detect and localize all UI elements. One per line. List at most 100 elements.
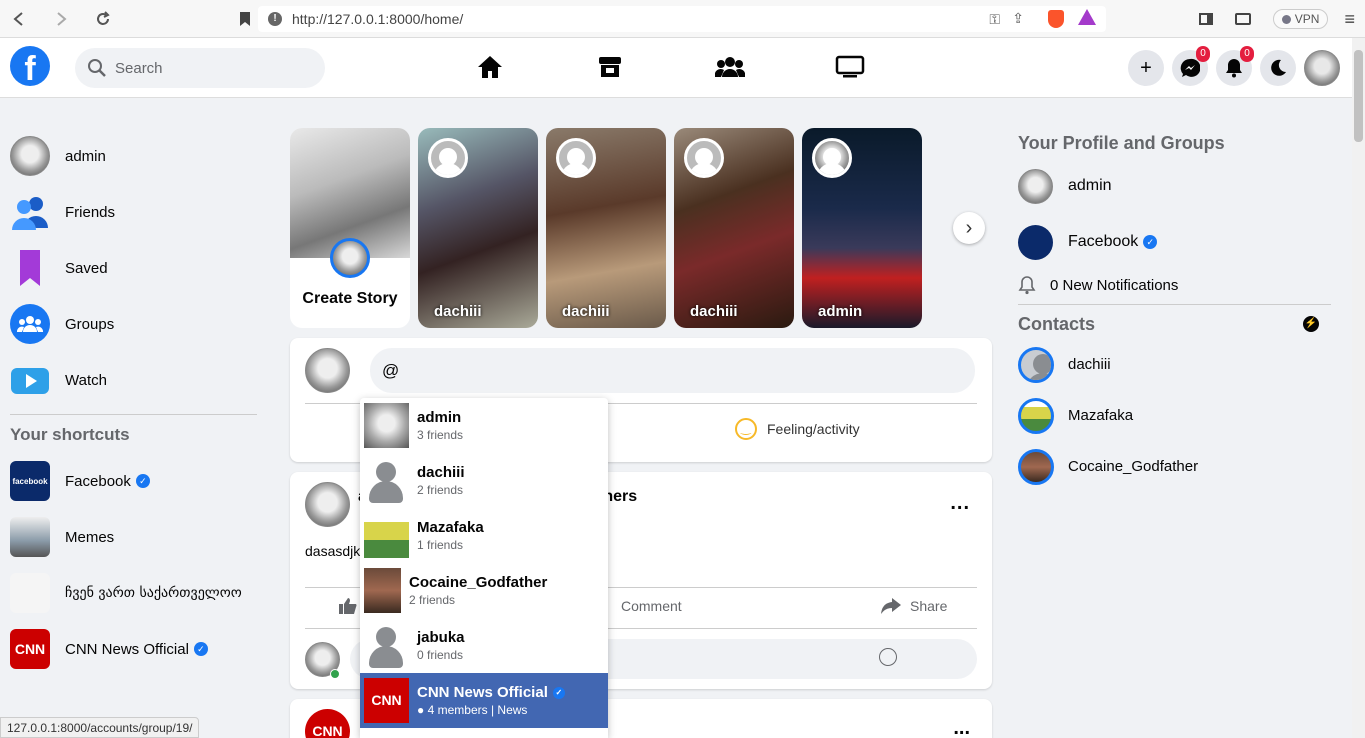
forward-icon[interactable] [50, 8, 72, 30]
avatar [364, 403, 409, 448]
mention-name: jabuka [417, 629, 465, 646]
top-navbar: f + 0 0 [0, 38, 1352, 98]
mention-subtext: 3 friends [417, 428, 464, 442]
sidebar-item-saved[interactable]: Saved [0, 240, 270, 296]
site-info-icon[interactable]: ! [268, 12, 282, 26]
mention-name: dachiii [417, 464, 465, 481]
facebook-logo[interactable]: f [10, 46, 50, 86]
plus-icon: + [1140, 56, 1152, 79]
back-icon[interactable] [8, 8, 30, 30]
messenger-button[interactable]: 0 [1172, 46, 1210, 86]
mention-option[interactable]: dachiii 2 friends [360, 453, 608, 508]
verified-icon: ✓ [135, 474, 150, 488]
story-avatar [684, 138, 724, 178]
mention-option[interactable]: admin 3 friends [360, 398, 608, 453]
emoji-icon[interactable] [879, 648, 897, 666]
comment-button[interactable]: Comment [621, 598, 682, 614]
mention-name: Mazafaka [417, 519, 484, 536]
scroll-thumb[interactable] [1354, 50, 1363, 142]
sidebar-toggle-icon[interactable] [1198, 13, 1213, 25]
sidebar-item-friends[interactable]: Friends [0, 184, 270, 240]
vpn-button[interactable]: VPN [1272, 9, 1329, 29]
composer-input[interactable]: @ [370, 348, 975, 393]
profile-link-admin[interactable]: admin [1018, 158, 1333, 214]
moon-icon [1271, 59, 1286, 76]
groups-icon[interactable] [710, 50, 750, 84]
share-page-icon[interactable]: ⇪ [1012, 10, 1024, 27]
shortcut-label: Memes [65, 528, 115, 546]
rewards-triangle-icon[interactable] [1078, 9, 1096, 25]
mention-option[interactable]: Cocaine_Godfather 2 friends [360, 563, 608, 618]
contact-name: Cocaine_Godfather [1068, 458, 1199, 475]
profile-avatar[interactable] [1304, 50, 1340, 86]
contact-item[interactable]: Mazafaka [1018, 390, 1333, 441]
url-text: http://127.0.0.1:8000/home/ [292, 11, 464, 27]
search-input[interactable] [115, 59, 315, 77]
mention-option-active[interactable]: CNN CNN News Official ✓ ● 4 members | New… [360, 673, 608, 728]
default-avatar-icon [364, 458, 409, 503]
profile-item-label: admin [1068, 177, 1112, 194]
saved-icon [10, 248, 50, 288]
post-more-button[interactable]: ... [950, 492, 970, 515]
notifications-button[interactable]: 0 [1216, 46, 1254, 86]
shortcut-facebook[interactable]: facebook Facebook ✓ [0, 453, 270, 509]
mention-option[interactable]: Mazafaka 1 friends [360, 508, 608, 563]
feeling-activity-button[interactable]: Feeling/activity [735, 418, 860, 440]
address-bar[interactable]: ! http://127.0.0.1:8000/home/ ⚿ ⇪ [258, 6, 1106, 32]
wallet-icon[interactable] [1234, 13, 1251, 25]
sidebar-item-watch[interactable]: Watch [0, 352, 270, 408]
avatar [305, 348, 350, 393]
marketplace-icon[interactable] [590, 50, 630, 84]
mention-suggestions: admin 3 friends dachiii 2 friends Mazafaka… [360, 398, 608, 738]
mention-option[interactable]: jabuka 0 friends [360, 618, 608, 673]
facebook-group-avatar [1018, 224, 1053, 260]
post-more-button[interactable]: ... [953, 717, 970, 738]
home-icon[interactable] [470, 50, 510, 84]
shortcut-label: Facebook [65, 472, 131, 490]
shortcut-cnn[interactable]: CNN CNN News Official ✓ [0, 621, 270, 677]
group-link-facebook[interactable]: Facebook ✓ [1018, 214, 1333, 270]
brave-shield-icon[interactable] [1048, 10, 1064, 28]
share-button[interactable]: Share [880, 597, 947, 615]
sidebar-item-label: Groups [65, 315, 115, 333]
shortcut-georgia[interactable]: ჩვენ ვართ საქართველოო [0, 565, 270, 621]
key-icon[interactable]: ⚿ [989, 11, 1000, 28]
story-card[interactable]: admin [802, 128, 922, 328]
reload-icon[interactable] [92, 8, 114, 30]
avatar [364, 568, 401, 613]
mention-subtext: 4 members | News [427, 703, 528, 717]
messenger-icon[interactable]: ⚡ [1303, 316, 1319, 332]
avatar [1018, 346, 1054, 383]
vpn-label: VPN [1294, 12, 1320, 26]
cnn-avatar: CNN [305, 709, 350, 738]
story-card[interactable]: dachiii [546, 128, 666, 328]
verified-icon: ✓ [1143, 235, 1158, 249]
menu-icon[interactable]: ≡ [1344, 9, 1355, 30]
globe-icon: ● [417, 703, 425, 717]
sidebar-item-groups[interactable]: Groups [0, 296, 270, 352]
page-scrollbar[interactable] [1352, 38, 1365, 738]
avatar [1018, 168, 1053, 204]
story-card[interactable]: dachiii [674, 128, 794, 328]
story-card[interactable]: dachiii [418, 128, 538, 328]
smile-icon [735, 418, 757, 440]
like-button[interactable] [338, 597, 358, 618]
feeling-label: Feeling/activity [767, 421, 860, 437]
contact-item[interactable]: dachiii [1018, 339, 1333, 390]
dark-mode-button[interactable] [1260, 50, 1296, 86]
browser-toolbar: ! http://127.0.0.1:8000/home/ ⚿ ⇪ VPN ≡ [0, 0, 1365, 38]
create-button[interactable]: + [1128, 50, 1164, 86]
sidebar-item-profile[interactable]: admin [0, 128, 270, 184]
shortcut-memes[interactable]: Memes [0, 509, 270, 565]
watch-icon[interactable] [830, 50, 870, 84]
default-avatar-icon [364, 623, 409, 668]
contact-item[interactable]: Cocaine_Godfather [1018, 441, 1333, 492]
stories-next-button[interactable]: › [953, 212, 985, 244]
story-avatar [428, 138, 468, 178]
search-bar[interactable] [75, 48, 325, 88]
vpn-status-icon [1281, 14, 1291, 24]
cnn-logo: CNN [364, 678, 409, 723]
bookmark-icon[interactable] [234, 8, 256, 30]
create-story-card[interactable]: Create Story [290, 128, 410, 328]
notifications-summary[interactable]: 0 New Notifications [1018, 270, 1333, 300]
